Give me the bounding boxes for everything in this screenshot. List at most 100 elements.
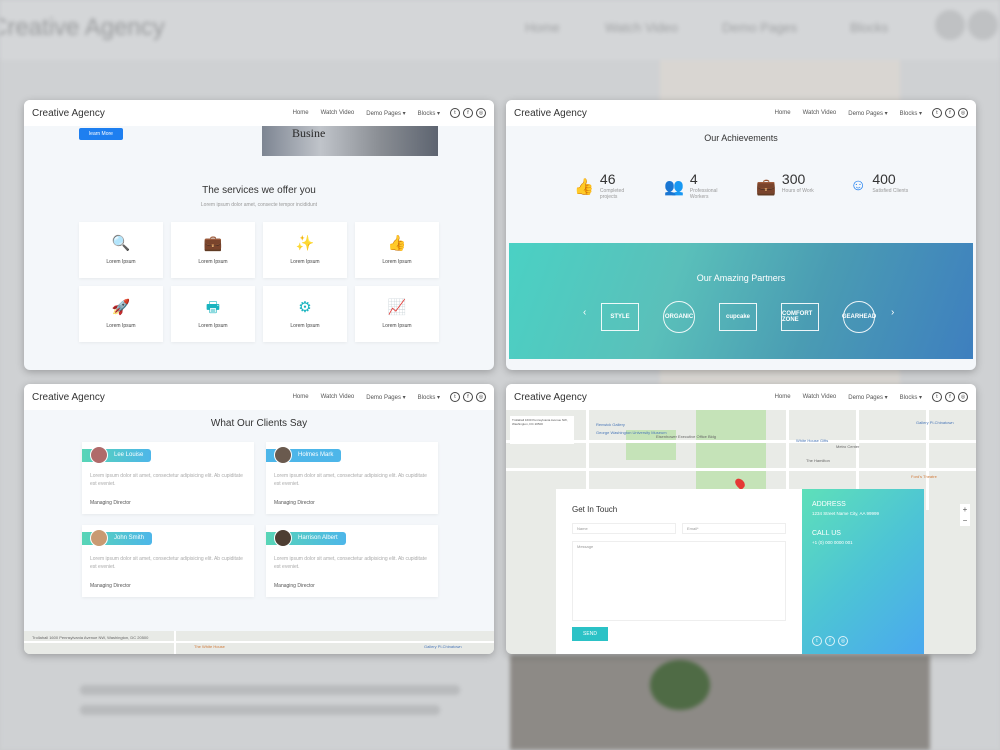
avatar: [274, 446, 292, 464]
nav-watch-video[interactable]: Watch Video: [803, 394, 837, 400]
partner-logo[interactable]: cupcake: [719, 303, 757, 331]
rocket-icon: 🚀: [111, 299, 131, 316]
message-textarea[interactable]: Message: [572, 541, 786, 621]
nav-home[interactable]: Home: [775, 394, 791, 400]
magic-wand-icon: ✨: [295, 235, 315, 252]
partners-title: Our Amazing Partners: [696, 273, 786, 283]
twitter-icon[interactable]: t: [932, 392, 942, 402]
brand[interactable]: Creative Agency: [514, 392, 763, 403]
nav-home[interactable]: Home: [775, 110, 791, 116]
service-label: Lorem Ipsum: [106, 259, 136, 265]
nav-watch-video[interactable]: Watch Video: [321, 394, 355, 400]
map-zoom-control[interactable]: + −: [960, 504, 970, 526]
client-role: Managing Director: [90, 500, 131, 506]
social-links: t f ◎: [812, 636, 848, 646]
nav-home[interactable]: Home: [293, 394, 309, 400]
facebook-icon[interactable]: f: [463, 392, 473, 402]
testimonial-text: Lorem ipsum dolor sit amet, consectetur …: [274, 473, 427, 487]
twitter-icon[interactable]: t: [450, 108, 460, 118]
achievement-item: ☺ 400 Satisfied Clients: [850, 172, 912, 195]
achievement-item: 👍 46 Completed projects: [574, 172, 640, 200]
achievement-number: 300: [781, 171, 806, 187]
map-road: [24, 641, 494, 643]
chevron-left-icon[interactable]: ‹: [583, 307, 586, 318]
preview-achievements[interactable]: Creative Agency Home Watch Video Demo Pa…: [506, 100, 976, 370]
brand[interactable]: Creative Agency: [514, 108, 763, 119]
partner-logo[interactable]: ORGANIC: [663, 301, 695, 333]
twitter-icon[interactable]: t: [450, 392, 460, 402]
navbar: Creative Agency Home Watch Video Demo Pa…: [24, 100, 494, 126]
instagram-icon[interactable]: ◎: [958, 108, 968, 118]
testimonial-text: Lorem ipsum dolor sit amet, consectetur …: [274, 556, 427, 570]
contact-info-panel: ADDRESS 1234 Street Name City, AA 99999 …: [802, 489, 924, 654]
bg-nav-item: Demo Pages: [722, 20, 798, 35]
bg-plant: [650, 660, 710, 710]
map-park: [696, 410, 766, 490]
facebook-icon[interactable]: f: [945, 392, 955, 402]
achievement-item: 👥 4 Professional Workers: [664, 172, 730, 200]
service-card[interactable]: ⚙ Lorem Ipsum: [263, 286, 347, 342]
brand[interactable]: Creative Agency: [32, 108, 281, 119]
service-card[interactable]: 🖶 Lorem Ipsum: [171, 286, 255, 342]
twitter-icon[interactable]: t: [932, 108, 942, 118]
bg-nav-item: Home: [525, 20, 560, 35]
nav-demo-pages[interactable]: Demo Pages ▾: [366, 110, 405, 117]
testimonial-card: Harrison Albert Lorem ipsum dolor sit am…: [266, 525, 438, 597]
testimonial-card: John Smith Lorem ipsum dolor sit amet, c…: [82, 525, 254, 597]
service-card[interactable]: 💼 Lorem Ipsum: [171, 222, 255, 278]
email-input[interactable]: Email*: [682, 523, 786, 534]
nav-watch-video[interactable]: Watch Video: [803, 110, 837, 116]
twitter-icon[interactable]: t: [812, 636, 822, 646]
instagram-icon[interactable]: ◎: [958, 392, 968, 402]
facebook-icon[interactable]: f: [825, 636, 835, 646]
learn-more-button[interactable]: learn More: [79, 128, 123, 140]
gears-icon: ⚙: [298, 299, 312, 316]
map-road: [506, 440, 976, 443]
partner-logo[interactable]: COMFORT ZONE: [781, 303, 819, 331]
instagram-icon[interactable]: ◎: [476, 108, 486, 118]
partner-logos: STYLE ORGANIC cupcake COMFORT ZONE GEARH…: [601, 301, 876, 333]
service-card[interactable]: 👍 Lorem Ipsum: [355, 222, 439, 278]
name-input[interactable]: Name: [572, 523, 676, 534]
achievement-number: 46: [599, 171, 616, 187]
nav-blocks[interactable]: Blocks ▾: [418, 394, 440, 401]
partner-logo[interactable]: GEARHEAD: [842, 301, 876, 333]
send-button[interactable]: SEND: [572, 627, 608, 641]
facebook-icon[interactable]: f: [463, 108, 473, 118]
preview-services[interactable]: Creative Agency Home Watch Video Demo Pa…: [24, 100, 494, 370]
service-card[interactable]: 🚀 Lorem Ipsum: [79, 286, 163, 342]
nav-blocks[interactable]: Blocks ▾: [900, 110, 922, 117]
bg-text-line: [80, 685, 460, 695]
brand[interactable]: Creative Agency: [32, 392, 281, 403]
instagram-icon[interactable]: ◎: [838, 636, 848, 646]
services-subtitle: Lorem ipsum dolor amet, consecte tempor …: [200, 202, 318, 208]
nav-demo-pages[interactable]: Demo Pages ▾: [848, 394, 887, 401]
partner-logo[interactable]: STYLE: [601, 303, 639, 331]
nav-blocks[interactable]: Blocks ▾: [418, 110, 440, 117]
nav-watch-video[interactable]: Watch Video: [321, 110, 355, 116]
navbar: Creative Agency Home Watch Video Demo Pa…: [24, 384, 494, 410]
preview-clients[interactable]: Creative Agency Home Watch Video Demo Pa…: [24, 384, 494, 654]
nav-home[interactable]: Home: [293, 110, 309, 116]
nav-demo-pages[interactable]: Demo Pages ▾: [848, 110, 887, 117]
preview-contact[interactable]: Creative Agency Home Watch Video Demo Pa…: [506, 384, 976, 654]
social-links: t f ◎: [450, 108, 486, 118]
services-title: The services we offer you: [202, 185, 316, 196]
nav-demo-pages[interactable]: Demo Pages ▾: [366, 394, 405, 401]
facebook-icon[interactable]: f: [945, 108, 955, 118]
map-preview[interactable]: Trollahall 1600 Pennsylvania Avenue NW, …: [24, 631, 494, 654]
bg-social-icon: [968, 10, 998, 40]
client-role: Managing Director: [90, 583, 131, 589]
chevron-right-icon[interactable]: ›: [891, 307, 894, 318]
service-card[interactable]: 📈 Lorem Ipsum: [355, 286, 439, 342]
nav-blocks[interactable]: Blocks ▾: [900, 394, 922, 401]
briefcase-clock-icon: 💼: [756, 179, 776, 196]
instagram-icon[interactable]: ◎: [476, 392, 486, 402]
service-card[interactable]: ✨ Lorem Ipsum: [263, 222, 347, 278]
social-links: t f ◎: [450, 392, 486, 402]
service-card[interactable]: 🔍 Lorem Ipsum: [79, 222, 163, 278]
service-label: Lorem Ipsum: [382, 259, 412, 265]
achievement-label: Professional Workers: [689, 188, 718, 200]
testimonial-text: Lorem ipsum dolor sit amet, consectetur …: [90, 473, 243, 487]
achievement-label: Satisfied Clients: [872, 188, 909, 194]
